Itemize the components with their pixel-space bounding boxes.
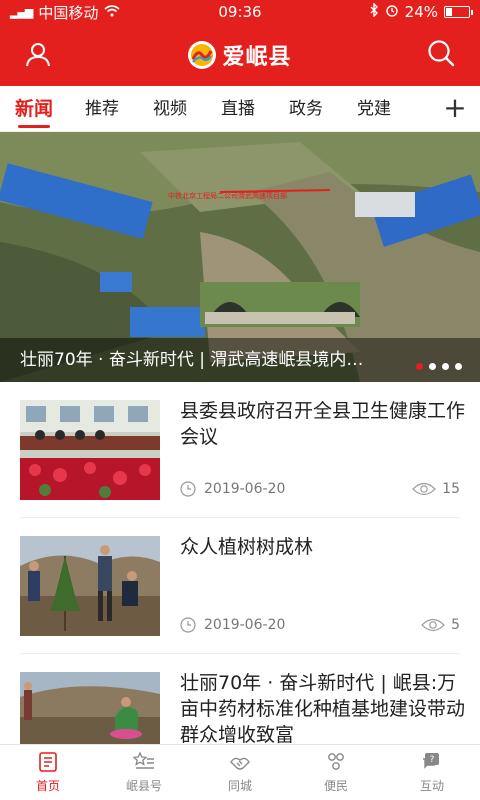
handshake-icon [230,757,250,770]
add-channel-button[interactable]: + [440,94,470,124]
channel-tabs: 新闻 推荐 视频 直播 政务 党建 + [0,86,480,132]
news-meta: 2019-06-20 15 [180,478,460,500]
carousel-dot[interactable] [416,363,423,370]
app-header: 爱岷县 [0,24,480,86]
nav-convenience-label: 便民 [323,779,348,793]
battery-level-fill [446,8,452,16]
bluetooth-icon [369,2,379,21]
news-date: 2019-06-20 [204,617,286,633]
news-item[interactable]: 壮丽70年 · 奋斗新时代 | 岷县:万亩中药材标准化种植基地建设带动群众增收致… [20,654,465,744]
news-title: 县委县政府召开全县卫生健康工作会议 [180,400,466,448]
nav-convenience[interactable]: 便民 [288,745,384,800]
eye-icon [421,618,445,632]
nav-home-label: 首页 [35,779,60,793]
search-icon [428,40,455,67]
news-list: 县委县政府召开全县卫生健康工作会议 2019-06-20 15 众人植树树成林 [0,382,480,744]
search-button[interactable] [426,38,456,68]
news-views: 15 [442,481,460,497]
nav-same-city[interactable]: 同城 [192,745,288,800]
home-icon [39,752,57,772]
nav-home[interactable]: 首页 [0,745,96,800]
news-meta: 2019-06-20 5 [180,614,460,636]
nav-county-account[interactable]: 岷县号 [96,745,192,800]
news-thumbnail [20,536,160,636]
tab-news[interactable]: 新闻 [0,86,68,132]
status-bar: ▂▄▆ 中国移动 09:36 24% [0,0,480,24]
bottom-nav: 首页 岷县号 同城 便民 ? 互动 [0,744,480,800]
carousel-dot[interactable] [442,363,449,370]
tab-live[interactable]: 直播 [204,86,272,132]
news-date: 2019-06-20 [204,481,286,497]
wifi-icon [104,3,120,21]
nav-same-city-label: 同城 [227,779,252,793]
carousel-dot[interactable] [455,363,462,370]
tab-recommend[interactable]: 推荐 [68,86,136,132]
clock-icon [180,617,196,633]
nav-county-account-label: 岷县号 [125,779,162,793]
alarm-icon [385,3,399,21]
banner-caption: 壮丽70年 · 奋斗新时代 | 渭武高速岷县境内… [0,338,480,382]
battery-percent: 24% [404,3,438,21]
carrier-label: 中国移动 [38,3,99,22]
carousel-dots [416,363,462,370]
tab-government[interactable]: 政务 [272,86,340,132]
news-views: 5 [451,617,460,633]
battery-icon [444,6,473,18]
clock-icon [180,481,196,497]
tab-video[interactable]: 视频 [136,86,204,132]
nav-interaction-label: 互动 [419,779,444,793]
eye-icon [412,482,437,496]
tab-party[interactable]: 党建 [340,86,408,132]
signal-icon: ▂▄▆ [10,5,33,19]
tabs-fade [426,98,436,120]
news-thumbnail [20,672,160,744]
chat-icon: ? [423,753,439,769]
app-title: 爱岷县 [222,44,292,70]
news-title: 众人植树树成林 [180,536,314,558]
news-title: 壮丽70年 · 奋斗新时代 | 岷县:万亩中药材标准化种植基地建设带动群众增收致… [180,672,466,744]
star-list-icon [133,751,154,769]
hero-banner[interactable]: 中铁北京工程局二公司渭武高速项目部 壮丽70年 · 奋斗新时代 | 渭武高速岷县… [0,132,480,382]
svg-text:?: ? [430,755,435,765]
carousel-dot[interactable] [429,363,436,370]
people-icon [328,753,344,770]
banner-sign-text: 中铁北京工程局二公司渭武高速项目部 [168,191,287,200]
app-logo: 爱岷县 [0,39,480,71]
news-item[interactable]: 县委县政府召开全县卫生健康工作会议 2019-06-20 15 [20,382,465,518]
clock-time: 09:36 [218,3,262,21]
news-item[interactable]: 众人植树树成林 2019-06-20 5 [20,518,460,654]
logo-mark-icon [188,41,217,69]
nav-interaction[interactable]: ? 互动 [384,745,480,800]
news-thumbnail [20,400,160,500]
